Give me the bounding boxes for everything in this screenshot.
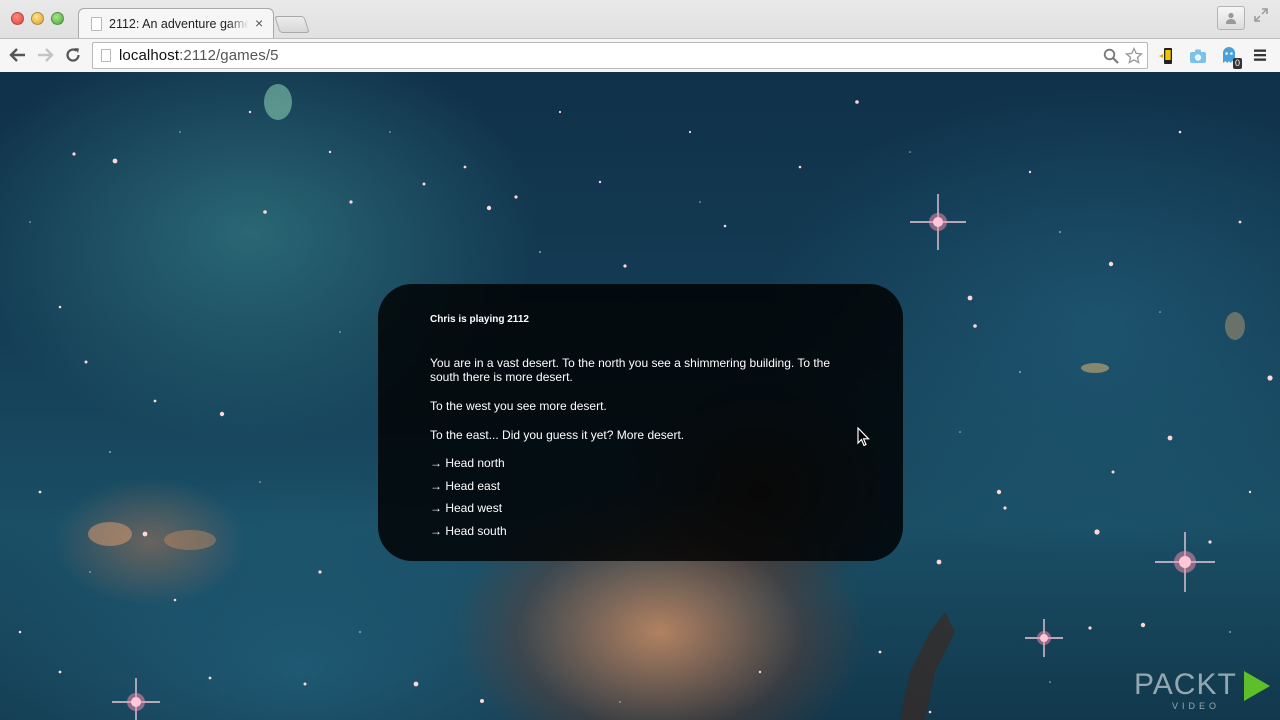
scene-description-3: To the east... Did you guess it yet? Mor… <box>430 428 685 442</box>
forward-button[interactable] <box>34 44 56 66</box>
browser-chrome: 2112: An adventure game × localhost:2112… <box>0 0 1280 72</box>
url-text[interactable]: localhost:2112/games/5 <box>119 47 279 64</box>
title-bar: 2112: An adventure game × <box>0 0 1280 38</box>
extension-badge: 0 <box>1233 58 1243 69</box>
browser-tab-active[interactable]: 2112: An adventure game × <box>78 8 274 38</box>
packt-logo-text: PACKT <box>1134 668 1237 701</box>
page-icon <box>91 17 102 31</box>
reload-button[interactable] <box>62 44 84 66</box>
address-bar[interactable]: localhost:2112/games/5 <box>92 42 1148 69</box>
tab-title: 2112: An adventure game <box>109 17 249 31</box>
person-icon <box>1226 12 1236 24</box>
browser-toolbar: localhost:2112/games/5 0 <box>0 38 1280 72</box>
play-triangle-icon <box>1244 671 1270 701</box>
head-north-link[interactable]: → Head north <box>430 456 851 470</box>
head-east-link[interactable]: → Head east <box>430 479 851 493</box>
game-panel: Chris is playing 2112 You are in a vast … <box>378 284 903 561</box>
hamburger-icon[interactable] <box>1252 45 1268 68</box>
tab-close-icon[interactable]: × <box>255 15 263 31</box>
page-icon <box>101 49 111 62</box>
url-path: :2112/games/5 <box>179 47 279 64</box>
packt-video-watermark: PACKT VIDEO <box>1134 668 1274 714</box>
zoom-window-button[interactable] <box>51 12 64 25</box>
new-tab-button[interactable] <box>274 16 310 33</box>
camera-extension-icon[interactable] <box>1188 46 1208 66</box>
scene-description-1: You are in a vast desert. To the north y… <box>430 356 831 384</box>
minimize-window-button[interactable] <box>31 12 44 25</box>
mobile-extension-icon[interactable] <box>1156 46 1176 66</box>
player-status: Chris is playing 2112 <box>430 314 529 325</box>
mouse-pointer-icon <box>857 427 870 447</box>
back-button[interactable] <box>7 44 29 66</box>
url-host: localhost <box>119 47 180 64</box>
head-west-link[interactable]: → Head west <box>430 501 851 515</box>
arrow-right-icon <box>38 48 54 62</box>
search-icon[interactable] <box>1103 46 1119 68</box>
close-window-button[interactable] <box>11 12 24 25</box>
packt-video-label: VIDEO <box>1172 701 1221 711</box>
profile-button[interactable] <box>1217 6 1245 30</box>
action-list: → Head north → Head east → Head west → H… <box>430 456 851 538</box>
reload-icon <box>66 48 80 62</box>
scene-description-2: To the west you see more desert. <box>430 399 607 413</box>
head-south-link[interactable]: → Head south <box>430 524 851 538</box>
star-icon[interactable] <box>1124 45 1144 70</box>
arrow-left-icon <box>9 48 25 62</box>
fullscreen-icon[interactable] <box>1254 8 1268 25</box>
page-viewport: Chris is playing 2112 You are in a vast … <box>0 72 1280 720</box>
